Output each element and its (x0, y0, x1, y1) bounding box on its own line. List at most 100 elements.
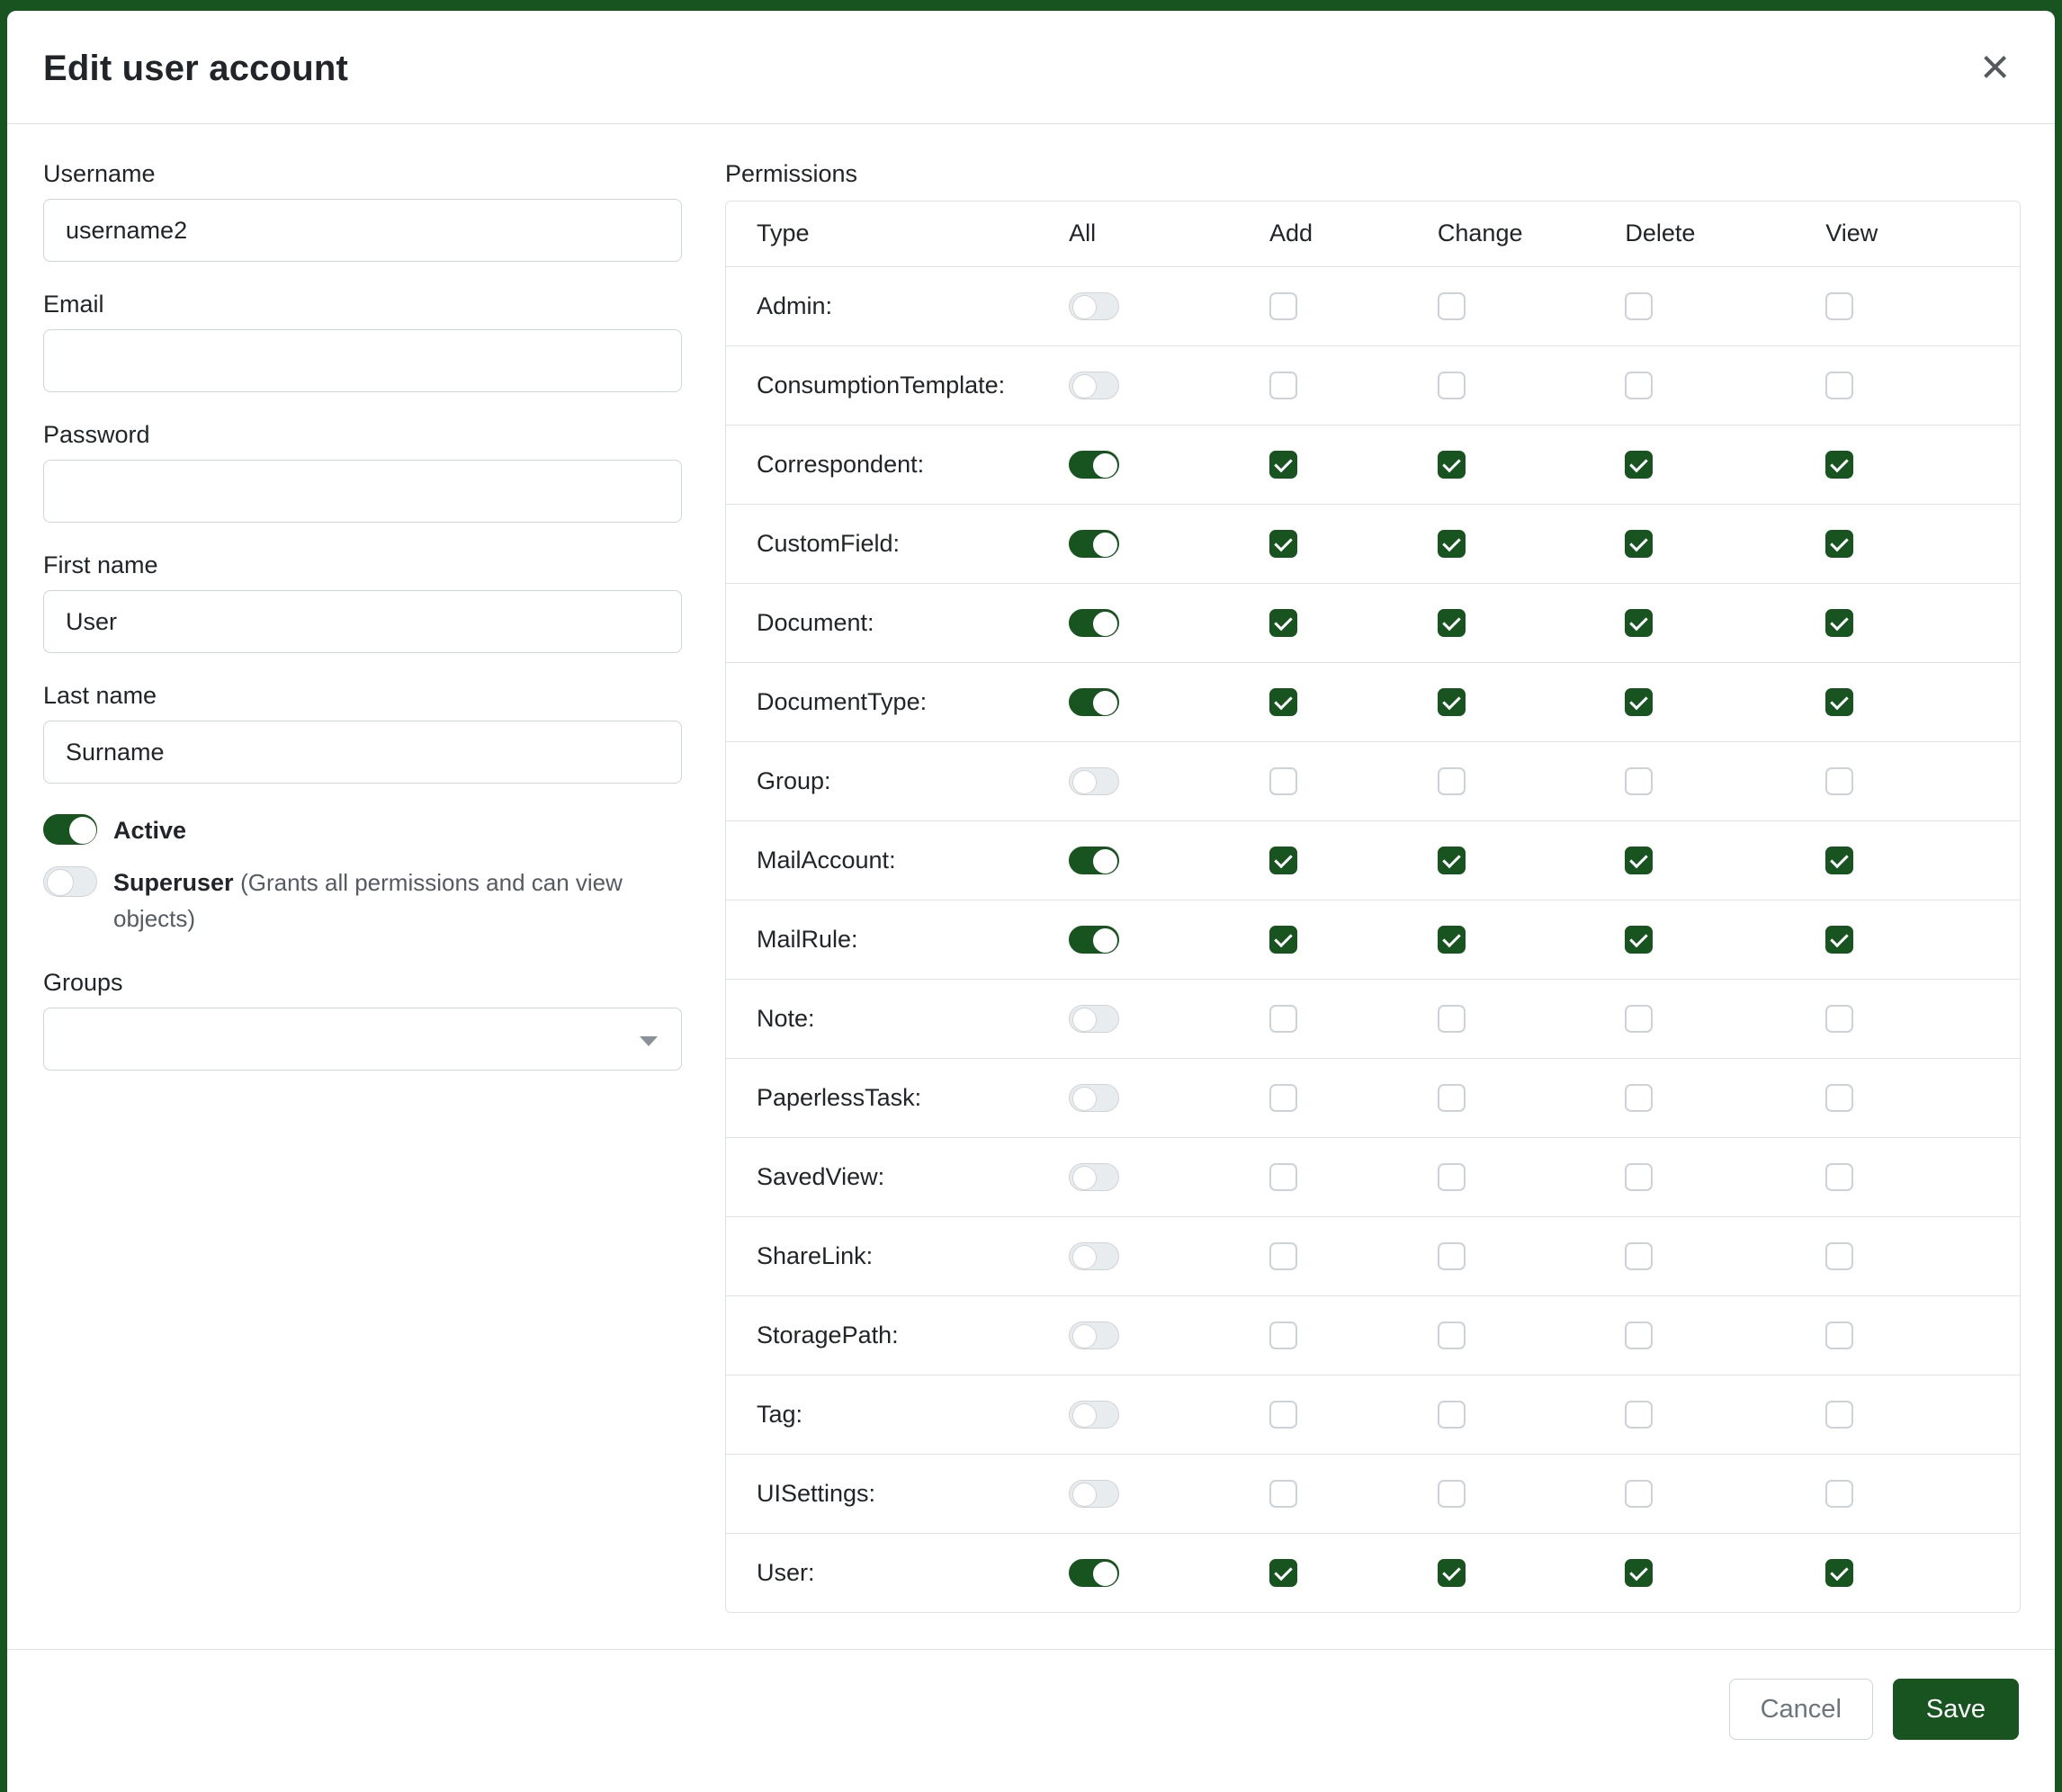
permission-checkbox-add[interactable] (1269, 451, 1297, 479)
permission-row: MailAccount: (726, 820, 2020, 900)
permission-toggle-all[interactable] (1069, 767, 1119, 795)
permission-toggle-all[interactable] (1069, 1559, 1119, 1587)
permission-checkbox-add[interactable] (1269, 688, 1297, 716)
permission-checkbox-delete[interactable] (1625, 1242, 1653, 1270)
permission-toggle-all[interactable] (1069, 1480, 1119, 1508)
permission-checkbox-add[interactable] (1269, 1401, 1297, 1429)
permission-checkbox-add[interactable] (1269, 847, 1297, 874)
permission-checkbox-view[interactable] (1825, 1480, 1853, 1508)
permission-checkbox-delete[interactable] (1625, 1084, 1653, 1112)
permission-checkbox-delete[interactable] (1625, 609, 1653, 637)
permission-checkbox-add[interactable] (1269, 1480, 1297, 1508)
email-field[interactable] (43, 329, 682, 392)
permission-checkbox-delete[interactable] (1625, 451, 1653, 479)
permission-checkbox-view[interactable] (1825, 372, 1853, 399)
permission-checkbox-change[interactable] (1438, 1401, 1466, 1429)
permission-checkbox-change[interactable] (1438, 926, 1466, 954)
permission-toggle-all[interactable] (1069, 1005, 1119, 1033)
permission-toggle-all[interactable] (1069, 1401, 1119, 1429)
permission-toggle-all[interactable] (1069, 1242, 1119, 1270)
permission-toggle-all[interactable] (1069, 451, 1119, 479)
permission-checkbox-delete[interactable] (1625, 926, 1653, 954)
permission-checkbox-view[interactable] (1825, 530, 1853, 558)
permission-checkbox-view[interactable] (1825, 451, 1853, 479)
permission-checkbox-change[interactable] (1438, 1163, 1466, 1191)
permission-checkbox-delete[interactable] (1625, 767, 1653, 795)
permission-checkbox-view[interactable] (1825, 1322, 1853, 1349)
permission-checkbox-add[interactable] (1269, 1242, 1297, 1270)
first-name-label: First name (43, 551, 682, 579)
permission-checkbox-delete[interactable] (1625, 530, 1653, 558)
permission-checkbox-add[interactable] (1269, 609, 1297, 637)
permission-checkbox-change[interactable] (1438, 530, 1466, 558)
permission-checkbox-view[interactable] (1825, 1005, 1853, 1033)
permission-checkbox-delete[interactable] (1625, 292, 1653, 320)
permission-checkbox-delete[interactable] (1625, 847, 1653, 874)
cancel-button[interactable]: Cancel (1729, 1679, 1873, 1740)
permission-toggle-all[interactable] (1069, 1322, 1119, 1349)
first-name-field[interactable] (43, 590, 682, 653)
permission-checkbox-view[interactable] (1825, 609, 1853, 637)
permission-checkbox-add[interactable] (1269, 1084, 1297, 1112)
permission-row: UISettings: (726, 1454, 2020, 1533)
permission-checkbox-add[interactable] (1269, 530, 1297, 558)
permission-checkbox-change[interactable] (1438, 1322, 1466, 1349)
permission-toggle-all[interactable] (1069, 926, 1119, 954)
permission-checkbox-view[interactable] (1825, 1084, 1853, 1112)
permission-checkbox-change[interactable] (1438, 1480, 1466, 1508)
permission-type-label: MailAccount: (726, 820, 1069, 900)
permission-checkbox-add[interactable] (1269, 292, 1297, 320)
permission-toggle-all[interactable] (1069, 292, 1119, 320)
close-icon[interactable]: × (1975, 49, 2015, 85)
permission-checkbox-change[interactable] (1438, 847, 1466, 874)
permission-checkbox-change[interactable] (1438, 609, 1466, 637)
permission-checkbox-add[interactable] (1269, 372, 1297, 399)
permission-checkbox-change[interactable] (1438, 292, 1466, 320)
permission-checkbox-add[interactable] (1269, 1163, 1297, 1191)
permission-toggle-all[interactable] (1069, 372, 1119, 399)
last-name-field[interactable] (43, 721, 682, 784)
permission-checkbox-view[interactable] (1825, 847, 1853, 874)
username-input[interactable] (43, 199, 682, 262)
permission-checkbox-delete[interactable] (1625, 1163, 1653, 1191)
permission-toggle-all[interactable] (1069, 609, 1119, 637)
permission-checkbox-view[interactable] (1825, 688, 1853, 716)
permission-toggle-all[interactable] (1069, 1163, 1119, 1191)
permission-checkbox-delete[interactable] (1625, 1322, 1653, 1349)
permission-checkbox-delete[interactable] (1625, 688, 1653, 716)
permission-checkbox-change[interactable] (1438, 1242, 1466, 1270)
permission-checkbox-change[interactable] (1438, 451, 1466, 479)
permission-checkbox-view[interactable] (1825, 1242, 1853, 1270)
password-field[interactable] (43, 460, 682, 523)
permission-checkbox-delete[interactable] (1625, 1480, 1653, 1508)
permission-toggle-all[interactable] (1069, 847, 1119, 874)
permission-checkbox-change[interactable] (1438, 1559, 1466, 1587)
permission-toggle-all[interactable] (1069, 530, 1119, 558)
permission-checkbox-view[interactable] (1825, 1559, 1853, 1587)
permission-checkbox-view[interactable] (1825, 1401, 1853, 1429)
permission-checkbox-view[interactable] (1825, 767, 1853, 795)
permission-checkbox-delete[interactable] (1625, 1401, 1653, 1429)
groups-select[interactable] (43, 1008, 682, 1071)
permission-checkbox-change[interactable] (1438, 1084, 1466, 1112)
permission-checkbox-view[interactable] (1825, 926, 1853, 954)
permission-checkbox-change[interactable] (1438, 372, 1466, 399)
permission-checkbox-add[interactable] (1269, 1005, 1297, 1033)
permission-checkbox-change[interactable] (1438, 1005, 1466, 1033)
permission-checkbox-add[interactable] (1269, 1559, 1297, 1587)
permission-checkbox-add[interactable] (1269, 926, 1297, 954)
active-toggle[interactable] (43, 814, 97, 845)
permission-toggle-all[interactable] (1069, 1084, 1119, 1112)
permission-checkbox-add[interactable] (1269, 1322, 1297, 1349)
superuser-toggle[interactable] (43, 866, 97, 897)
permission-toggle-all[interactable] (1069, 688, 1119, 716)
permission-checkbox-delete[interactable] (1625, 372, 1653, 399)
save-button[interactable]: Save (1893, 1679, 2019, 1740)
permission-checkbox-view[interactable] (1825, 1163, 1853, 1191)
permission-checkbox-delete[interactable] (1625, 1005, 1653, 1033)
permission-checkbox-add[interactable] (1269, 767, 1297, 795)
permission-checkbox-view[interactable] (1825, 292, 1853, 320)
permission-checkbox-delete[interactable] (1625, 1559, 1653, 1587)
permission-checkbox-change[interactable] (1438, 767, 1466, 795)
permission-checkbox-change[interactable] (1438, 688, 1466, 716)
